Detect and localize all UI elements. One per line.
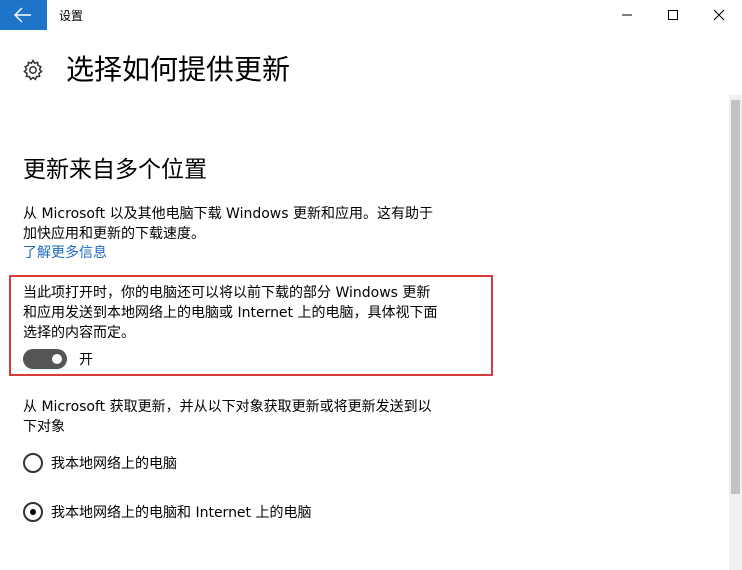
learn-more-link[interactable]: 了解更多信息: [23, 243, 107, 263]
maximize-button[interactable]: [650, 0, 696, 30]
source-description-line: 从 Microsoft 获取更新，并从以下对象获取更新或将更新发送到以: [23, 399, 432, 415]
app-title: 设置: [59, 9, 84, 23]
section-description: 从 Microsoft 以及其他电脑下载 Windows 更新和应用。这有助于 …: [23, 204, 483, 244]
description-line: 从 Microsoft 以及其他电脑下载 Windows 更新和应用。这有助于: [23, 206, 434, 222]
maximize-icon: [668, 10, 678, 20]
section-title: 更新来自多个位置: [23, 157, 207, 183]
radio-button-selected[interactable]: [23, 502, 43, 522]
source-description: 从 Microsoft 获取更新，并从以下对象获取更新或将更新发送到以 下对象: [23, 397, 488, 437]
updates-toggle-switch[interactable]: [23, 349, 67, 369]
toggle-knob: [52, 354, 62, 364]
arrow-left-icon: [14, 7, 31, 23]
toggle-description: 当此项打开时，你的电脑还可以将以前下载的部分 Windows 更新 和应用发送到…: [23, 283, 488, 343]
minimize-icon: [622, 14, 632, 16]
back-button[interactable]: [0, 0, 47, 30]
title-bar: 设置: [0, 0, 742, 30]
minimize-button[interactable]: [604, 0, 650, 30]
toggle-state-label: 开: [79, 352, 93, 368]
close-button[interactable]: [696, 0, 742, 30]
scrollbar-thumb[interactable]: [731, 100, 740, 494]
toggle-description-line: 选择的内容而定。: [23, 325, 135, 341]
radio-label: 我本地网络上的电脑和 Internet 上的电脑: [51, 505, 312, 521]
toggle-description-line: 和应用发送到本地网络上的电脑或 Internet 上的电脑，具体视下面: [23, 305, 438, 321]
page-title: 选择如何提供更新: [66, 53, 291, 86]
radio-label: 我本地网络上的电脑: [51, 456, 177, 472]
close-icon: [713, 9, 725, 21]
gear-icon: [23, 59, 43, 81]
description-line: 加快应用和更新的下载速度。: [23, 226, 205, 242]
radio-selected-dot: [30, 509, 36, 515]
toggle-description-line: 当此项打开时，你的电脑还可以将以前下载的部分 Windows 更新: [23, 285, 431, 301]
source-description-line: 下对象: [23, 419, 65, 435]
radio-button-unselected[interactable]: [23, 453, 43, 473]
